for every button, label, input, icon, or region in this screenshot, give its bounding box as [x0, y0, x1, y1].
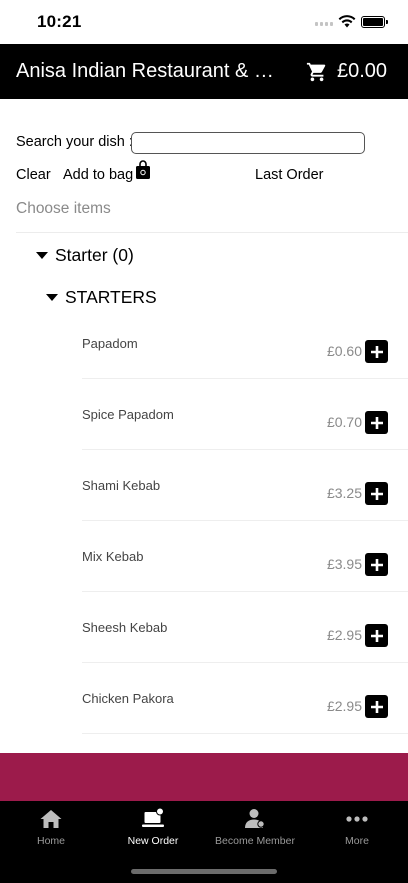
more-icon [346, 816, 368, 822]
divider [16, 232, 408, 233]
home-indicator[interactable] [131, 869, 277, 874]
last-order-button[interactable]: Last Order [255, 167, 324, 183]
menu-item[interactable]: Spice Papadom £0.70 [82, 379, 408, 450]
menu-item[interactable]: Chicken Pakora £2.95 [82, 663, 408, 734]
menu-item-price: £2.95 [326, 627, 362, 643]
menu-item-name: Mix Kebab [82, 549, 144, 564]
app-header: Anisa Indian Restaurant & … £0.00 [0, 44, 408, 99]
search-label: Search your dish : [16, 134, 133, 150]
tab-new-order[interactable]: New Order [102, 807, 204, 857]
tab-more[interactable]: More [306, 807, 408, 857]
plus-icon[interactable] [365, 695, 388, 718]
plus-icon[interactable] [365, 411, 388, 434]
menu-item-price: £0.60 [326, 343, 362, 359]
plus-icon[interactable] [365, 340, 388, 363]
clear-button[interactable]: Clear [16, 167, 51, 183]
category-starter[interactable]: Starter (0) [36, 245, 134, 266]
cart-total[interactable]: £0.00 [337, 60, 387, 83]
caret-down-icon [46, 294, 58, 301]
menu-item-name: Shami Kebab [82, 478, 161, 493]
menu-item-list: Papadom £0.60 Spice Papadom £0.70 Shami … [82, 308, 408, 734]
menu-item-name: Spice Papadom [82, 407, 174, 422]
plus-icon[interactable] [365, 624, 388, 647]
menu-item-price: £3.95 [326, 556, 362, 572]
menu-item[interactable]: Papadom £0.60 [82, 308, 408, 379]
person-icon [245, 809, 265, 828]
menu-item-price: £3.25 [326, 485, 362, 501]
plus-icon[interactable] [365, 553, 388, 576]
search-row: Search your dish : [16, 131, 396, 155]
action-row: Clear Add to bag Last Order [16, 160, 396, 186]
tab-label: New Order [127, 835, 179, 847]
cart-icon[interactable] [306, 61, 328, 83]
wifi-icon [338, 15, 356, 28]
status-time: 10:21 [37, 12, 82, 31]
tab-label: Become Member [215, 835, 295, 847]
status-bar: 10:21 [0, 0, 408, 44]
home-icon [40, 810, 62, 828]
restaurant-title: Anisa Indian Restaurant & … [16, 60, 274, 82]
menu-item[interactable]: Sheesh Kebab £2.95 [82, 592, 408, 663]
menu-item[interactable]: Mix Kebab £3.95 [82, 521, 408, 592]
tab-become-member[interactable]: Become Member [204, 807, 306, 857]
choose-items-heading: Choose items [16, 200, 111, 217]
menu-item[interactable]: Shami Kebab £3.25 [82, 450, 408, 521]
tab-label: Home [36, 835, 65, 847]
add-to-bag-button[interactable]: Add to bag [63, 167, 133, 183]
plus-icon[interactable] [365, 482, 388, 505]
subcategory-label: STARTERS [65, 287, 157, 307]
promo-band[interactable] [0, 753, 408, 801]
category-label: Starter (0) [55, 245, 134, 265]
battery-icon [361, 16, 388, 28]
menu-item-price: £0.70 [326, 414, 362, 430]
menu-item-name: Chicken Pakora [82, 691, 174, 706]
search-input[interactable] [131, 132, 365, 154]
menu-item-price: £2.95 [326, 698, 362, 714]
laptop-icon [142, 807, 164, 827]
menu-item-name: Papadom [82, 336, 138, 351]
tab-label: More [345, 835, 369, 847]
tab-home[interactable]: Home [0, 807, 102, 857]
menu-item-name: Sheesh Kebab [82, 620, 168, 635]
subcategory-starters[interactable]: STARTERS [46, 287, 157, 308]
cellular-signal-icon [315, 22, 333, 26]
bag-icon[interactable] [135, 160, 151, 180]
caret-down-icon [36, 252, 48, 259]
